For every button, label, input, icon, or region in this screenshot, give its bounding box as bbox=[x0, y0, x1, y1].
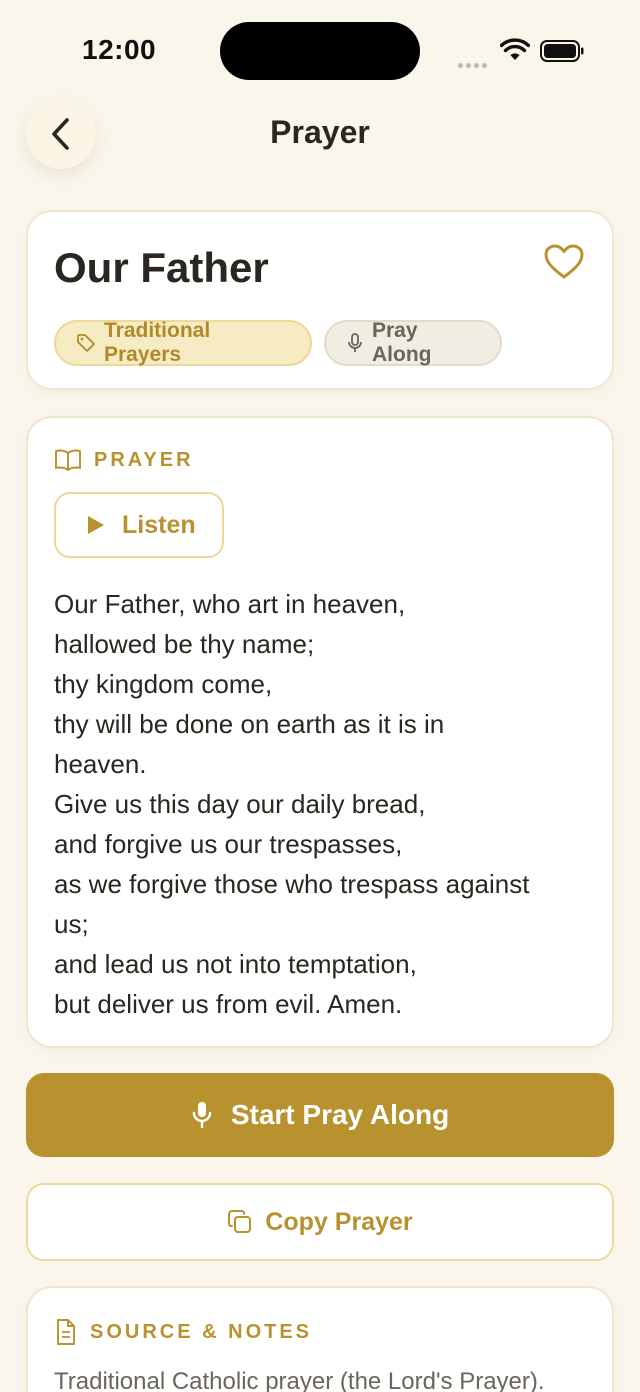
source-notes-card: SOURCE & NOTES Traditional Catholic pray… bbox=[26, 1286, 614, 1392]
wifi-icon bbox=[500, 38, 530, 60]
document-icon bbox=[57, 1319, 75, 1345]
prayer-section-label: PRAYER bbox=[54, 448, 194, 472]
prayer-name: Our Father bbox=[54, 244, 269, 291]
category-chip[interactable]: Traditional Prayers bbox=[54, 319, 312, 366]
prayer-text: Our Father, who art in heaven, hallowed … bbox=[54, 589, 530, 1019]
play-icon bbox=[88, 516, 104, 534]
prayer-text-card: PRAYER Listen Our Father, who art in hea… bbox=[26, 416, 614, 1048]
status-bar: 12:00 bbox=[0, 0, 640, 100]
copy-prayer-button[interactable]: Copy Prayer bbox=[26, 1183, 614, 1261]
page-title: Prayer bbox=[270, 114, 370, 150]
notes-section-label: SOURCE & NOTES bbox=[54, 1318, 312, 1346]
battery-icon bbox=[540, 40, 584, 62]
copy-icon bbox=[228, 1210, 252, 1233]
status-time: 12:00 bbox=[82, 34, 157, 65]
listen-button[interactable]: Listen bbox=[54, 492, 224, 558]
tag-icon bbox=[77, 334, 95, 352]
heart-outline-icon bbox=[544, 244, 584, 279]
microphone-icon bbox=[192, 1102, 212, 1129]
microphone-icon bbox=[348, 333, 362, 352]
prayer-title-card: Our Father Traditional Prayers Pray Alon… bbox=[26, 210, 614, 390]
start-pray-along-label: Start Pray Along bbox=[230, 1099, 450, 1130]
copy-prayer-label: Copy Prayer bbox=[265, 1207, 413, 1236]
start-pray-along-button[interactable]: Start Pray Along bbox=[26, 1073, 614, 1157]
cellular-signal-icon bbox=[458, 55, 492, 68]
dynamic-island bbox=[220, 22, 420, 80]
category-chip-label: Traditional Prayers bbox=[104, 319, 211, 366]
pray-along-chip[interactable]: Pray Along bbox=[324, 319, 502, 366]
book-icon bbox=[55, 449, 81, 471]
favorite-button[interactable] bbox=[542, 240, 586, 284]
pray-along-chip-label: Pray Along bbox=[372, 319, 432, 366]
notes-text: Traditional Catholic prayer (the Lord's … bbox=[54, 1368, 545, 1392]
listen-label: Listen bbox=[122, 510, 196, 539]
